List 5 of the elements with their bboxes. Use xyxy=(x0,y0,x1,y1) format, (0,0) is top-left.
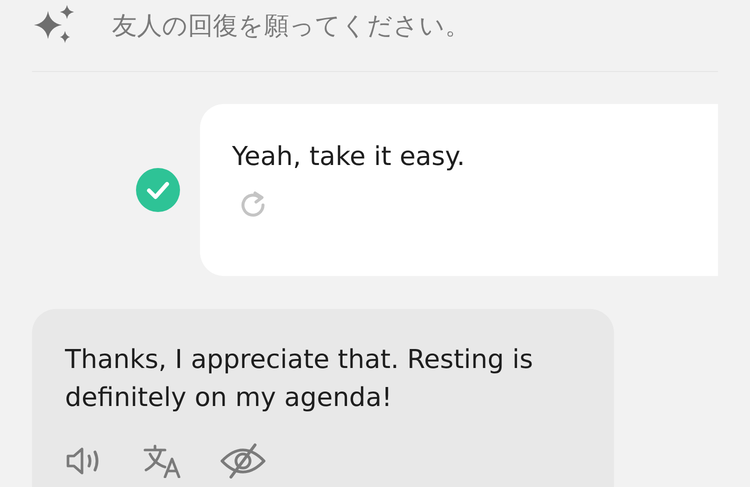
eye-off-icon[interactable] xyxy=(219,443,267,479)
translate-icon[interactable] xyxy=(143,444,183,478)
message-text: Thanks, I appreciate that. Resting is definitely on my agenda! xyxy=(65,344,534,415)
hint-text: 友人の回復を願ってください。 xyxy=(112,10,470,42)
message-text: Yeah, take it easy. xyxy=(232,141,466,174)
